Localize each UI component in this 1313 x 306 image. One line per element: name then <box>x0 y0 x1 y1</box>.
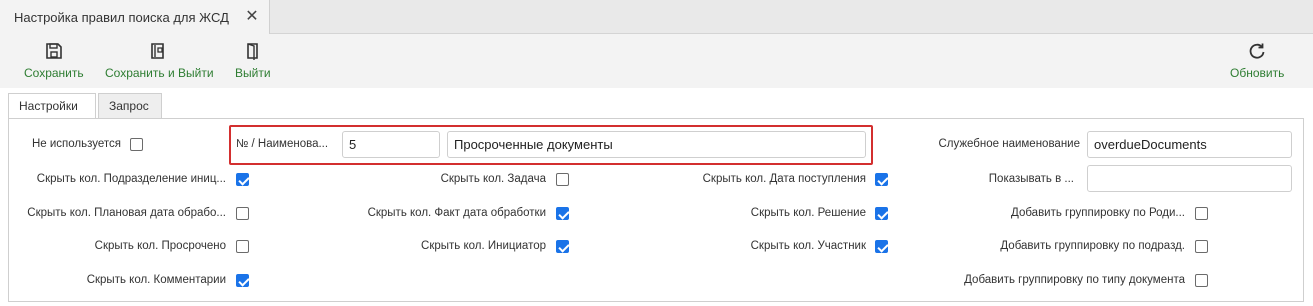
save-exit-icon <box>151 43 165 59</box>
save-button[interactable]: Сохранить <box>24 42 84 82</box>
col4-row3-checkbox[interactable] <box>1195 274 1208 287</box>
refresh-button[interactable]: Обновить <box>1230 42 1284 82</box>
toolbar: Сохранить Сохранить и Выйти Выйти Обнови… <box>0 34 1313 88</box>
not-used-label: Не используется <box>31 138 121 150</box>
col2-row2-checkbox[interactable] <box>556 207 569 220</box>
col1-row2-checkbox[interactable] <box>236 207 249 220</box>
col1-row4-label: Скрыть кол. Комментарии <box>86 274 226 286</box>
tab-bar: Настройка правил поиска для ЖСД ✕ <box>0 0 1313 35</box>
col3-row2-checkbox[interactable] <box>875 207 888 220</box>
name-input[interactable]: Просроченные документы <box>447 131 866 158</box>
col3-row3-label: Скрыть кол. Участник <box>750 240 866 252</box>
number-input[interactable]: 5 <box>342 131 440 158</box>
save-icon <box>46 43 62 59</box>
save-label: Сохранить <box>24 66 84 80</box>
service-name-input[interactable]: overdueDocuments <box>1087 131 1292 158</box>
col4-row2-checkbox[interactable] <box>1195 240 1208 253</box>
col1-row3-label: Скрыть кол. Просрочено <box>94 240 226 252</box>
exit-door-icon <box>246 43 258 60</box>
col2-row3-checkbox[interactable] <box>556 240 569 253</box>
col1-row2-label: Скрыть кол. Плановая дата обрабо... <box>27 207 226 219</box>
show-in-label: Показывать в ... <box>988 173 1074 185</box>
col4-row2-label: Добавить группировку по подразд. <box>1000 240 1185 252</box>
col3-row1-label: Скрыть кол. Дата поступления <box>702 173 866 185</box>
save-exit-button[interactable]: Сохранить и Выйти <box>105 42 214 82</box>
document-tab-title: Настройка правил поиска для ЖСД <box>14 10 229 25</box>
close-icon[interactable]: ✕ <box>245 9 259 25</box>
col1-row1-checkbox[interactable] <box>236 173 249 186</box>
col4-row1-label: Добавить группировку по Роди... <box>1011 207 1185 219</box>
col1-row3-checkbox[interactable] <box>236 240 249 253</box>
tab-query-label: Запрос <box>109 99 149 113</box>
col2-row2-label: Скрыть кол. Факт дата обработки <box>367 207 546 219</box>
exit-button[interactable]: Выйти <box>235 42 271 82</box>
tab-settings-label: Настройки <box>19 99 78 113</box>
col3-row3-checkbox[interactable] <box>875 240 888 253</box>
tab-settings[interactable]: Настройки <box>8 93 96 120</box>
tab-query[interactable]: Запрос <box>98 93 162 119</box>
col2-row1-label: Скрыть кол. Задача <box>440 173 546 185</box>
exit-label: Выйти <box>235 66 271 80</box>
refresh-label: Обновить <box>1230 66 1285 80</box>
col3-row1-checkbox[interactable] <box>875 173 888 186</box>
number-name-label: № / Наименова... <box>236 138 329 150</box>
document-tab[interactable]: Настройка правил поиска для ЖСД ✕ <box>0 0 270 35</box>
col2-row3-label: Скрыть кол. Инициатор <box>421 240 546 252</box>
refresh-icon <box>1249 43 1265 59</box>
col1-row4-checkbox[interactable] <box>236 274 249 287</box>
col1-row1-label: Скрыть кол. Подразделение иниц... <box>36 173 226 185</box>
save-exit-label: Сохранить и Выйти <box>105 66 214 80</box>
col3-row2-label: Скрыть кол. Решение <box>750 207 866 219</box>
not-used-checkbox[interactable] <box>130 138 143 151</box>
col2-row1-checkbox[interactable] <box>556 173 569 186</box>
show-in-input[interactable] <box>1087 165 1292 192</box>
service-name-label: Служебное наименование <box>938 138 1080 150</box>
col4-row3-label: Добавить группировку по типу документа <box>964 274 1185 286</box>
col4-row1-checkbox[interactable] <box>1195 207 1208 220</box>
